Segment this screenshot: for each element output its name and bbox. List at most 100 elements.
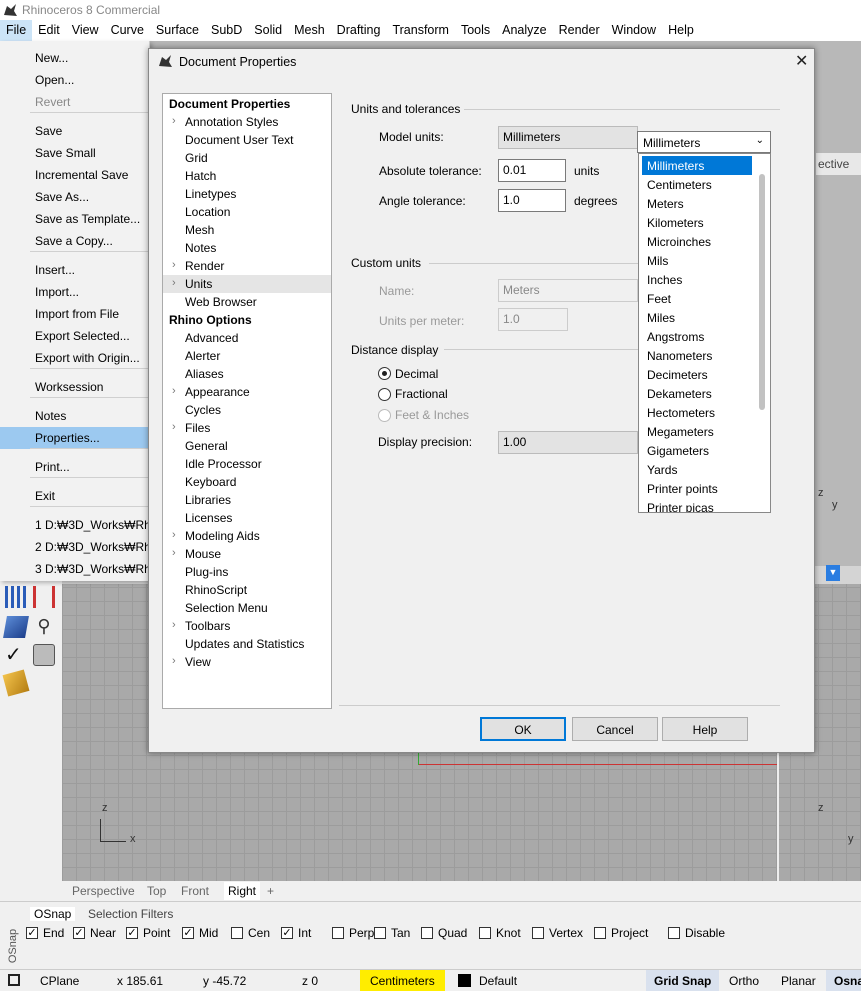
menu-curve[interactable]: Curve: [105, 20, 150, 41]
file-menu-item[interactable]: 1 D:₩3D_Works₩Rhi: [0, 514, 148, 536]
units-option[interactable]: Decimeters: [642, 365, 752, 384]
tree-item[interactable]: Libraries: [163, 491, 331, 509]
menu-surface[interactable]: Surface: [150, 20, 205, 41]
file-menu-item[interactable]: Worksession: [0, 376, 148, 398]
tab-viewport[interactable]: Right: [224, 882, 261, 900]
tree-item[interactable]: Document User Text: [163, 131, 331, 149]
file-menu-item[interactable]: Revert: [0, 91, 148, 113]
help-button[interactable]: Help: [662, 717, 748, 741]
radio-fractional[interactable]: [378, 388, 391, 401]
radio-feet-inches[interactable]: [378, 409, 391, 422]
tree-item[interactable]: Notes: [163, 239, 331, 257]
file-menu-item[interactable]: Import from File: [0, 303, 148, 325]
file-menu-item[interactable]: Save a Copy...: [0, 230, 148, 252]
tab-viewport[interactable]: Perspective: [72, 884, 135, 898]
units-option[interactable]: Dekameters: [642, 384, 752, 403]
dropdown-scrollbar[interactable]: [759, 174, 765, 410]
units-option[interactable]: Meters: [642, 194, 752, 213]
tree-item[interactable]: › Modeling Aids: [163, 527, 331, 545]
viewport-label-perspective[interactable]: ective: [816, 153, 861, 175]
menu-edit[interactable]: Edit: [32, 20, 66, 41]
close-icon[interactable]: ✕: [795, 51, 808, 71]
file-menu-item[interactable]: Save as Template...: [0, 208, 148, 230]
tree-item[interactable]: › View: [163, 653, 331, 671]
cplane-label[interactable]: CPlane: [40, 974, 79, 988]
angle-tolerance-input[interactable]: 1.0: [498, 189, 566, 212]
menu-solid[interactable]: Solid: [248, 20, 288, 41]
osnap-toggle[interactable]: Osna: [826, 970, 861, 991]
units-option[interactable]: Centimeters: [642, 175, 752, 194]
tree-item[interactable]: Idle Processor: [163, 455, 331, 473]
tree-item[interactable]: Updates and Statistics: [163, 635, 331, 653]
solid-icon[interactable]: [33, 644, 55, 666]
file-menu-item[interactable]: Export Selected...: [0, 325, 148, 347]
file-menu-item[interactable]: Open...: [0, 69, 148, 91]
absolute-tolerance-input[interactable]: 0.01: [498, 159, 566, 182]
custom-name-input[interactable]: Meters: [498, 279, 638, 302]
tree-item[interactable]: Aliases: [163, 365, 331, 383]
menu-mesh[interactable]: Mesh: [288, 20, 331, 41]
properties-tree[interactable]: Document Properties › Annotation Styles Doc…: [162, 93, 332, 709]
tree-item[interactable]: Cycles: [163, 401, 331, 419]
file-menu-item[interactable]: 2 D:₩3D_Works₩Rhi: [0, 536, 148, 558]
menu-drafting[interactable]: Drafting: [331, 20, 387, 41]
osnap-checkbox[interactable]: [421, 927, 433, 939]
tree-item[interactable]: › Annotation Styles: [163, 113, 331, 131]
grid-array-icon[interactable]: [5, 586, 27, 608]
units-option[interactable]: Microinches: [642, 232, 752, 251]
osnap-checkbox[interactable]: [332, 927, 344, 939]
units-option[interactable]: Printer picas: [642, 498, 752, 512]
model-units-field[interactable]: Millimeters: [498, 126, 638, 149]
tab-viewport[interactable]: Top: [147, 884, 166, 898]
tree-item[interactable]: Web Browser: [163, 293, 331, 311]
file-menu-item[interactable]: Save Small: [0, 142, 148, 164]
units-option[interactable]: Inches: [642, 270, 752, 289]
check-icon[interactable]: ✓: [5, 644, 27, 666]
file-menu-item[interactable]: Import...: [0, 281, 148, 303]
pencil-icon[interactable]: [2, 669, 30, 697]
tree-item[interactable]: › Toolbars: [163, 617, 331, 635]
tree-item[interactable]: › Render: [163, 257, 331, 275]
menu-help[interactable]: Help: [662, 20, 700, 41]
tree-item[interactable]: › Appearance: [163, 383, 331, 401]
model-units-select[interactable]: Millimeters ⌄: [637, 131, 771, 153]
units-option[interactable]: Megameters: [642, 422, 752, 441]
tree-item[interactable]: › Mouse: [163, 545, 331, 563]
osnap-checkbox[interactable]: [532, 927, 544, 939]
array-linear-icon[interactable]: [33, 586, 55, 608]
ortho-toggle[interactable]: Ortho: [729, 974, 759, 988]
walk-icon[interactable]: ⚲: [33, 616, 55, 638]
tree-header-rhino-options[interactable]: Rhino Options: [163, 311, 331, 329]
menu-tools[interactable]: Tools: [455, 20, 496, 41]
tree-item[interactable]: Hatch: [163, 167, 331, 185]
units-per-meter-input[interactable]: 1.0: [498, 308, 568, 331]
tree-item[interactable]: RhinoScript: [163, 581, 331, 599]
menu-subd[interactable]: SubD: [205, 20, 248, 41]
units-option[interactable]: Millimeters: [642, 156, 752, 175]
tree-item[interactable]: › Files: [163, 419, 331, 437]
file-menu-item[interactable]: Insert...: [0, 259, 148, 281]
tree-item[interactable]: Plug-ins: [163, 563, 331, 581]
tree-header-document-properties[interactable]: Document Properties: [163, 95, 331, 113]
menu-analyze[interactable]: Analyze: [496, 20, 552, 41]
units-option[interactable]: Mils: [642, 251, 752, 270]
file-menu-item[interactable]: Notes: [0, 405, 148, 427]
osnap-checkbox[interactable]: [668, 927, 680, 939]
file-menu-item[interactable]: 3 D:₩3D_Works₩Rhi: [0, 558, 148, 580]
tree-item[interactable]: Selection Menu: [163, 599, 331, 617]
tree-item[interactable]: Grid: [163, 149, 331, 167]
tree-item[interactable]: › Units: [163, 275, 331, 293]
file-menu-item[interactable]: Properties...: [0, 427, 148, 449]
file-menu-item[interactable]: Export with Origin...: [0, 347, 148, 369]
radio-decimal[interactable]: [378, 367, 391, 380]
units-option[interactable]: Feet: [642, 289, 752, 308]
units-option[interactable]: Printer points: [642, 479, 752, 498]
menu-file[interactable]: File: [0, 20, 33, 41]
tree-item[interactable]: Linetypes: [163, 185, 331, 203]
file-menu-item[interactable]: Incremental Save: [0, 164, 148, 186]
units-option[interactable]: Hectometers: [642, 403, 752, 422]
ok-button[interactable]: OK: [480, 717, 566, 741]
grid-snap-toggle[interactable]: Grid Snap: [646, 970, 720, 991]
surface-icon[interactable]: [3, 616, 29, 638]
cplane-icon[interactable]: [8, 974, 20, 986]
